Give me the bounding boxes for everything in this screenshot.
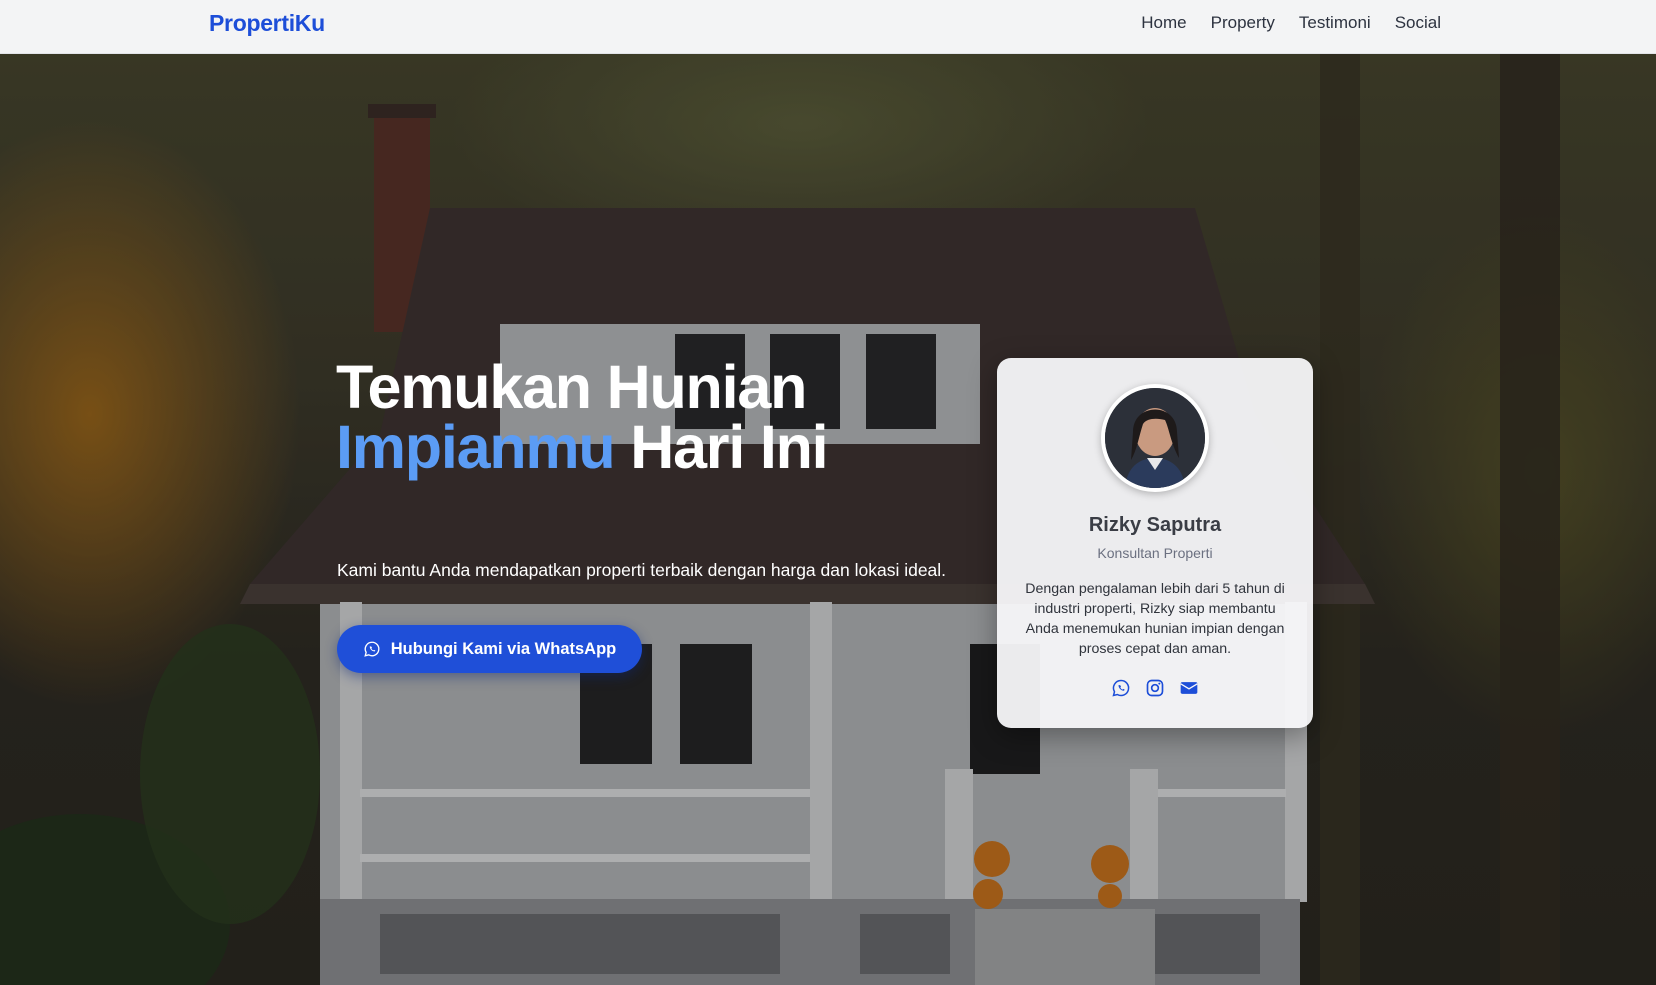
hero-title-line1: Temukan Hunian [336,353,807,421]
hero-subtitle: Kami bantu Anda mendapatkan properti ter… [337,560,947,580]
hero-title: Temukan Hunian Impianmu Hari Ini [336,357,976,478]
agent-description: Dengan pengalaman lebih dari 5 tahun di … [1025,581,1285,657]
whatsapp-icon [364,641,380,657]
nav-links: Home Property Testimoni Social [1141,13,1441,33]
mail-icon[interactable] [1179,678,1199,698]
instagram-icon[interactable] [1145,678,1165,698]
agent-card: Rizky Saputra Konsultan Properti Dengan … [997,358,1313,728]
whatsapp-icon[interactable] [1111,678,1131,698]
nav-link-home[interactable]: Home [1141,13,1186,33]
navbar: PropertiKu Home Property Testimoni Socia… [0,0,1656,54]
nav-link-property[interactable]: Property [1211,13,1275,33]
agent-name: Rizky Saputra [1088,514,1222,536]
hero-overlay [0,54,1656,985]
cta-label: Hubungi Kami via WhatsApp [390,639,617,658]
agent-role: Konsultan Properti [1097,545,1213,561]
whatsapp-cta-button[interactable]: Hubungi Kami via WhatsApp [337,625,642,673]
agent-socials [997,678,1313,698]
brand-logo[interactable]: PropertiKu [209,10,325,37]
avatar [1101,384,1209,492]
hero-title-accent: Impianmu [336,413,616,481]
nav-link-testimoni[interactable]: Testimoni [1299,13,1371,33]
hero-section: Temukan Hunian Impianmu Hari Ini Kami ba… [0,54,1656,985]
hero-title-line2: Hari Ini [630,413,828,481]
nav-link-social[interactable]: Social [1395,13,1441,33]
